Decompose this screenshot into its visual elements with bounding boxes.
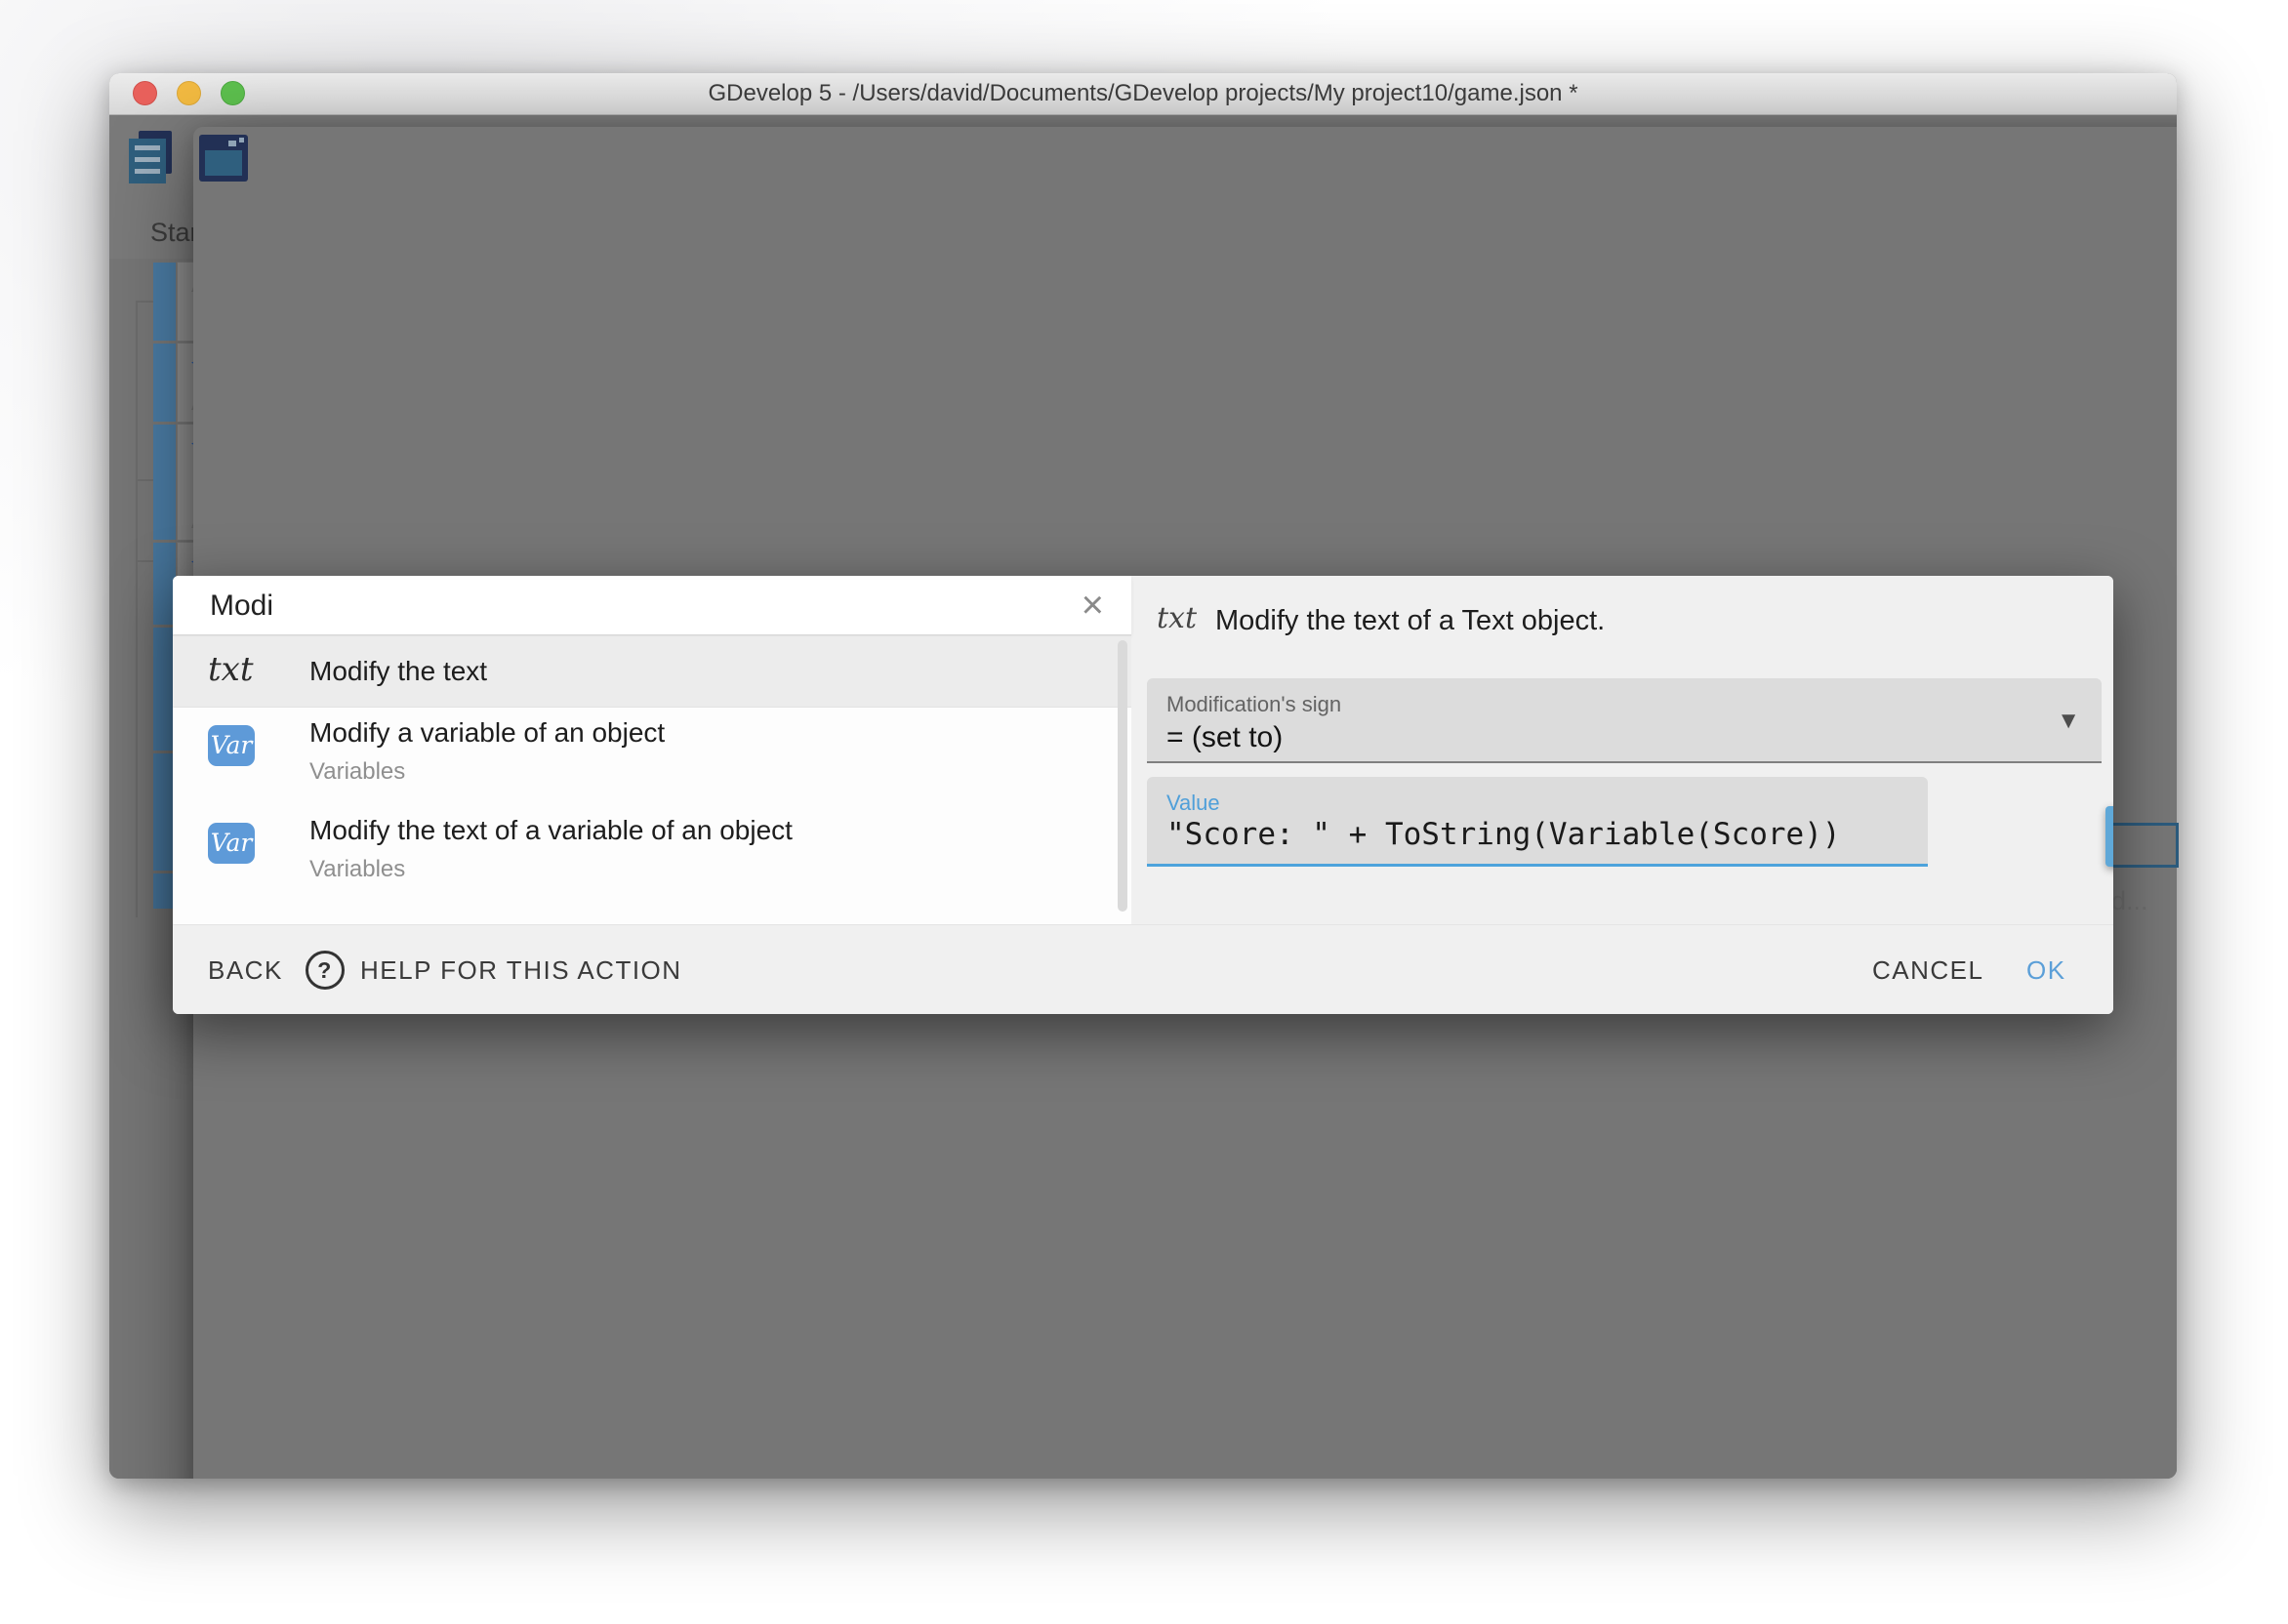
value-label: Value bbox=[1166, 791, 1220, 816]
result-title: Modify the text of a variable of an obje… bbox=[309, 815, 793, 846]
text-action-icon: txt bbox=[208, 650, 254, 689]
value-field: Value bbox=[1147, 777, 1928, 867]
instruction-config-panel: txt Modify the text of a Text object. Mo… bbox=[1131, 576, 2113, 924]
titlebar: GDevelop 5 - /Users/david/Documents/GDev… bbox=[109, 73, 2177, 115]
cancel-button[interactable]: CANCEL bbox=[1872, 925, 1983, 1014]
result-modify-text-of-variable-of-object[interactable]: Var Modify the text of a variable of an … bbox=[173, 805, 1131, 903]
search-bar: × bbox=[173, 576, 1131, 635]
event-tree-tick bbox=[136, 479, 153, 481]
event-tree-guide bbox=[136, 301, 138, 917]
result-title: Modify the text bbox=[309, 656, 487, 687]
text-object-icon: txt bbox=[1157, 601, 1197, 635]
project-manager-icon bbox=[123, 127, 185, 191]
project-manager-button[interactable] bbox=[123, 127, 185, 191]
instruction-title: Modify the text of a Text object. bbox=[1215, 605, 1605, 637]
search-results-list: txt Modify the text Var Modify a variabl… bbox=[173, 635, 1131, 919]
modification-sign-select[interactable]: Modification's sign = (set to) ▼ bbox=[1147, 678, 2102, 763]
value-input[interactable] bbox=[1164, 816, 1914, 853]
scrollbar[interactable] bbox=[1118, 640, 1127, 912]
event-drag-bar[interactable] bbox=[153, 263, 176, 341]
modification-sign-label: Modification's sign bbox=[1166, 692, 1341, 717]
instruction-list-panel: × txt Modify the text Var Modify a varia… bbox=[173, 576, 1131, 924]
result-modify-the-text[interactable]: txt Modify the text bbox=[173, 635, 1131, 708]
dialog-footer: BACK ? HELP FOR THIS ACTION CANCEL OK bbox=[173, 924, 2113, 1014]
ok-button[interactable]: OK bbox=[2026, 925, 2066, 1014]
event-drag-bar[interactable] bbox=[153, 425, 176, 540]
event-drag-bar[interactable] bbox=[153, 344, 176, 422]
help-label: HELP FOR THIS ACTION bbox=[360, 955, 682, 986]
chevron-down-icon: ▼ bbox=[2057, 708, 2080, 735]
window-title: GDevelop 5 - /Users/david/Documents/GDev… bbox=[109, 73, 2177, 114]
help-button[interactable]: ? HELP FOR THIS ACTION bbox=[306, 925, 682, 1014]
modification-sign-value: = (set to) bbox=[1166, 721, 1283, 754]
expression-builder-button[interactable]: Σ "ABC" bbox=[2105, 806, 2113, 867]
help-icon: ? bbox=[306, 951, 345, 990]
instruction-editor-dialog: txt Modify the text of a Text object. Mo… bbox=[173, 576, 2113, 1014]
close-icon[interactable]: × bbox=[1082, 582, 1104, 629]
result-title: Modify a variable of an object bbox=[309, 717, 665, 749]
search-input[interactable] bbox=[208, 586, 1032, 627]
toolbar-left-group bbox=[119, 127, 429, 191]
scene-editor-button[interactable] bbox=[193, 127, 256, 191]
variable-icon: Var bbox=[208, 823, 255, 864]
toolbar: ++++− bbox=[109, 115, 2177, 206]
event-tree-tick bbox=[136, 301, 153, 303]
result-subtitle: Variables bbox=[309, 758, 405, 786]
result-modify-variable-of-object[interactable]: Var Modify a variable of an object Varia… bbox=[173, 708, 1131, 805]
result-subtitle: Variables bbox=[309, 856, 405, 883]
event-tree-tick bbox=[136, 560, 153, 562]
back-button[interactable]: BACK bbox=[208, 925, 283, 1014]
variable-icon: Var bbox=[208, 725, 255, 766]
